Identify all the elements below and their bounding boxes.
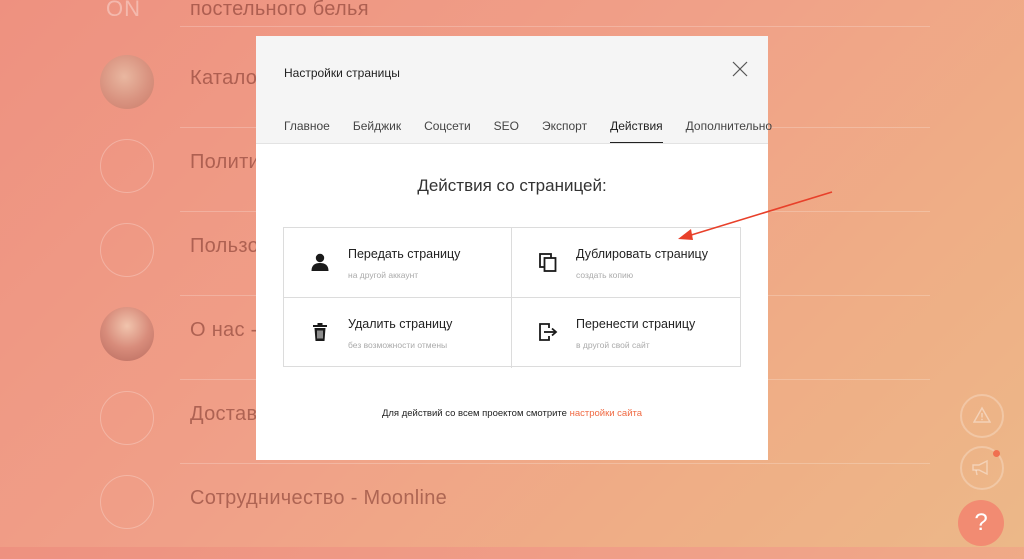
site-settings-link[interactable]: настройки сайта — [570, 408, 642, 419]
tab-additional[interactable]: Дополнительно — [686, 119, 772, 143]
notification-dot — [993, 450, 1000, 457]
megaphone-icon — [972, 459, 988, 476]
background-page-title: Пользо — [190, 235, 260, 257]
page-thumbnail — [100, 223, 154, 277]
action-sublabel: без возможности отмены — [348, 340, 448, 350]
modal-title: Настройки страницы — [284, 66, 400, 80]
background-page-title: Сотрудничество - Moonline — [190, 487, 448, 509]
background-page-title: О нас - — [190, 319, 258, 341]
move-page-button[interactable]: Перенести страницу в другой свой сайт — [512, 298, 740, 368]
action-label: Дублировать страницу — [576, 247, 708, 261]
footer-text: Для действий со всем проектом смотрите — [381, 408, 567, 419]
page-thumbnail — [100, 139, 154, 193]
delete-page-button[interactable]: Удалить страницу без возможности отмены — [284, 298, 512, 368]
background-page-title: Катало — [190, 67, 258, 89]
warning-button[interactable] — [960, 394, 1004, 438]
promo-button[interactable] — [960, 446, 1004, 490]
user-icon — [311, 253, 329, 271]
footer-note: Для действий со всем проектом смотрите н… — [256, 408, 768, 419]
page-thumbnail — [100, 475, 154, 529]
section-title: Действия со страницей: — [417, 176, 607, 195]
tab-badge[interactable]: Бейджик — [353, 119, 401, 143]
page-thumbnail — [100, 55, 154, 109]
actions-grid: Передать страницу на другой аккаунт Дубл… — [283, 227, 741, 368]
page-thumbnail — [100, 391, 154, 445]
action-sublabel: создать копию — [576, 270, 634, 280]
duplicate-page-button[interactable]: Дублировать страницу создать копию — [512, 228, 740, 298]
background-page-title: постельного белья — [190, 0, 369, 20]
action-sublabel: в другой свой сайт — [576, 340, 650, 350]
action-label: Перенести страницу — [576, 317, 696, 331]
modal-header: Настройки страницы Главное Бейджик Соцсе… — [256, 36, 772, 144]
copy-icon — [539, 253, 557, 272]
background-page-title: Достав — [190, 403, 258, 425]
page-settings-modal: Настройки страницы Главное Бейджик Соцсе… — [256, 36, 772, 460]
trash-icon — [313, 323, 327, 341]
background-page-row: Сотрудничество - Moonline — [100, 475, 930, 559]
tab-actions[interactable]: Действия — [610, 119, 663, 143]
page-thumbnail — [100, 307, 154, 361]
warning-icon — [973, 406, 991, 423]
background-page-title: Полити — [190, 151, 261, 173]
transfer-page-button[interactable]: Передать страницу на другой аккаунт — [284, 228, 512, 298]
help-button[interactable]: ? — [958, 500, 1004, 546]
tab-main[interactable]: Главное — [284, 119, 330, 143]
tab-seo[interactable]: SEO — [494, 119, 519, 143]
tab-export[interactable]: Экспорт — [542, 119, 587, 143]
tab-social[interactable]: Соцсети — [424, 119, 471, 143]
action-label: Удалить страницу — [348, 317, 453, 331]
close-icon[interactable] — [731, 60, 749, 78]
action-sublabel: на другой аккаунт — [348, 270, 419, 280]
settings-tabs: Главное Бейджик Соцсети SEO Экспорт Дейс… — [284, 119, 772, 143]
action-label: Передать страницу — [348, 247, 461, 261]
move-icon — [539, 323, 558, 341]
